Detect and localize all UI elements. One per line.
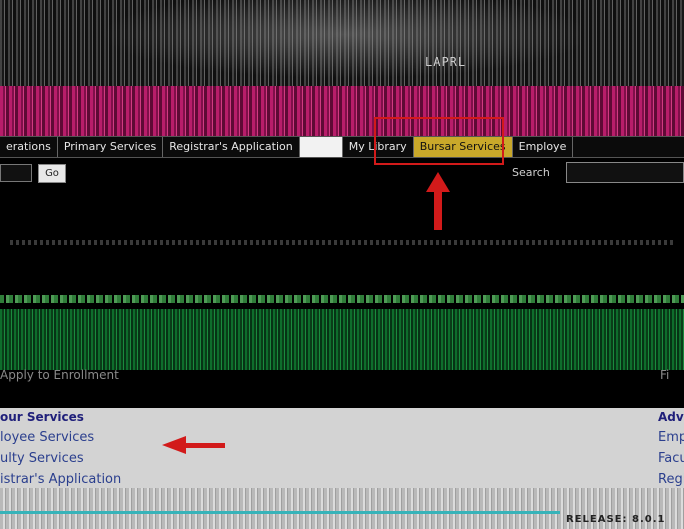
arrow-up-icon: [426, 172, 450, 192]
menu-item-primary-services[interactable]: Primary Services: [58, 137, 164, 157]
green-content-panel: [0, 309, 684, 370]
release-version: RELEASE: 8.0.1: [566, 514, 666, 525]
dim-text-line: [10, 240, 674, 245]
search-label: Search: [512, 166, 550, 179]
search-input[interactable]: [566, 162, 684, 183]
menu-item-blank[interactable]: [299, 137, 343, 157]
arrow-left-shaft: [185, 443, 225, 448]
right-services-heading: Adv: [658, 410, 684, 424]
enrollment-link[interactable]: Apply to Enrollment: [0, 368, 119, 382]
menu-item-operations[interactable]: erations: [0, 137, 58, 157]
services-link-registrar[interactable]: istrar's Application: [0, 472, 121, 487]
right-services-link-employee[interactable]: Emp: [658, 430, 684, 445]
header-magenta-band: [0, 86, 684, 136]
green-title-band: [0, 295, 684, 303]
arrow-left-icon: [162, 436, 186, 454]
menu-item-registrar-application[interactable]: Registrar's Application: [163, 137, 300, 157]
banner-glow: [60, 0, 580, 86]
go-button[interactable]: Go: [38, 164, 66, 183]
right-column-link-fragment[interactable]: Fi: [660, 368, 669, 382]
quick-search-input[interactable]: [0, 164, 32, 182]
services-link-employee[interactable]: loyee Services: [0, 430, 94, 445]
right-services-link-faculty[interactable]: Facu: [658, 451, 684, 466]
services-heading: our Services: [0, 410, 84, 424]
top-menu-bar: erations Primary Services Registrar's Ap…: [0, 136, 684, 158]
menu-item-employee[interactable]: Employe: [513, 137, 574, 157]
arrow-up-shaft: [434, 190, 442, 230]
footer-teal-line: [0, 511, 560, 514]
banner-logo-text: LAPRL: [425, 55, 467, 69]
highlight-callout-box: [374, 117, 504, 165]
right-services-link-registrar[interactable]: Regi: [658, 472, 684, 487]
services-link-faculty[interactable]: ulty Services: [0, 451, 84, 466]
